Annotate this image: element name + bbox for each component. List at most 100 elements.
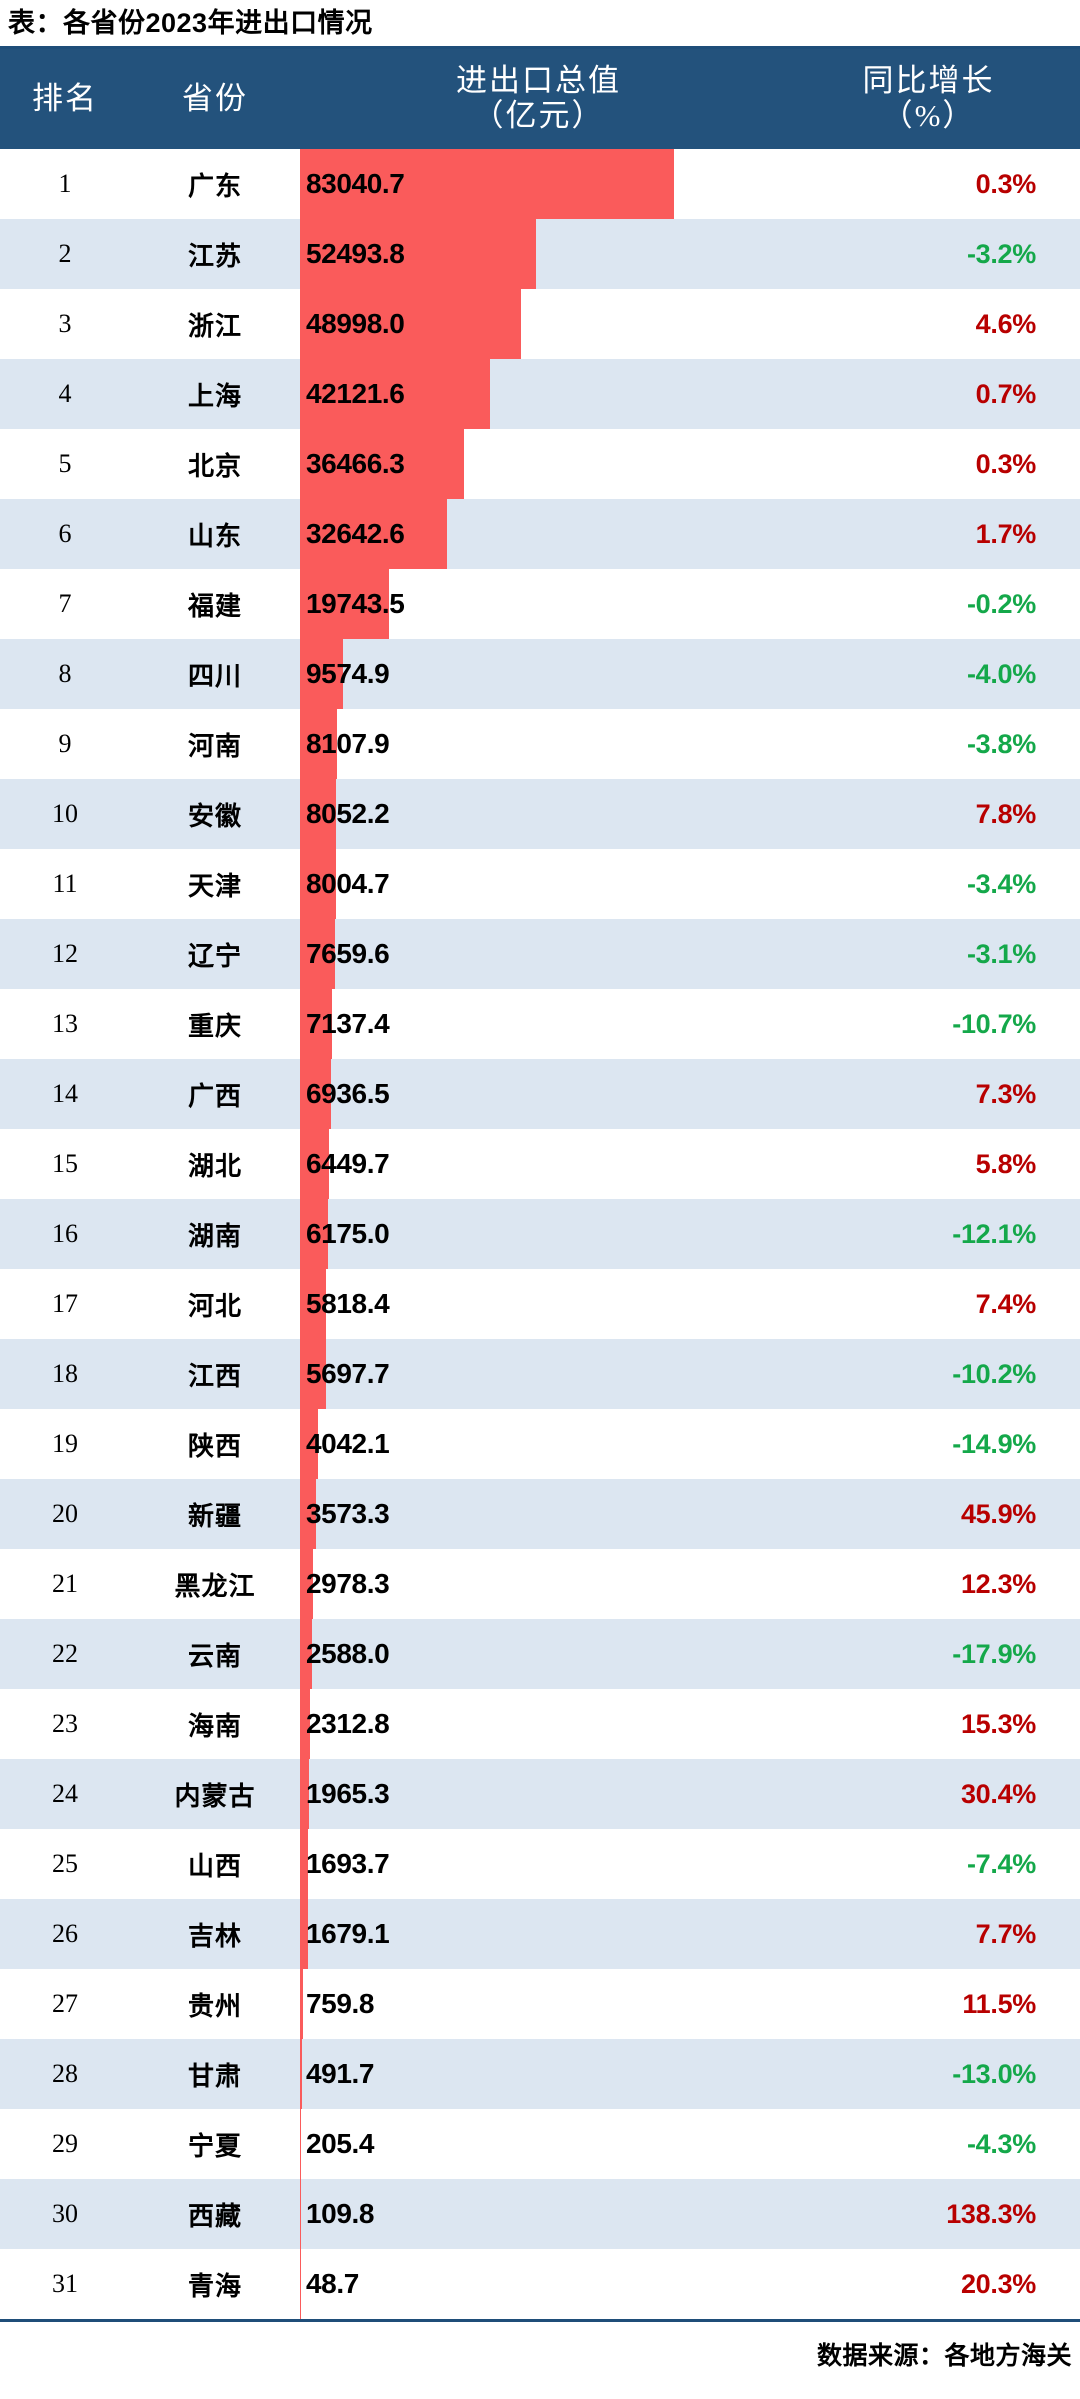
cell-rank: 8 [58, 659, 72, 688]
cell-rank: 11 [52, 869, 78, 898]
value-label: 4042.1 [306, 1428, 390, 1459]
table-row: 2 江苏 52493.8 -3.2% [0, 219, 1080, 289]
column-header-rank: 排名 [0, 80, 130, 117]
cell-yoy-growth: -3.8% [966, 728, 1036, 759]
table-row: 30 西藏 109.8 138.3% [0, 2179, 1080, 2249]
cell-rank: 10 [52, 799, 78, 828]
cell-province: 新疆 [187, 1500, 242, 1531]
table-row: 20 新疆 3573.3 45.9% [0, 1479, 1080, 1549]
table-row: 23 海南 2312.8 15.3% [0, 1689, 1080, 1759]
table-row: 21 黑龙江 2978.3 12.3% [0, 1549, 1080, 1619]
table-row: 24 内蒙古 1965.3 30.4% [0, 1759, 1080, 1829]
cell-total-value: 8107.9 [300, 709, 777, 779]
column-header-yoy-growth: 同比增长 （%） [777, 63, 1080, 133]
cell-yoy-growth: -7.4% [966, 1848, 1036, 1879]
cell-rank: 19 [52, 1429, 78, 1458]
cell-yoy-growth: 7.7% [975, 1918, 1037, 1949]
cell-total-value: 36466.3 [300, 429, 777, 499]
cell-total-value: 3573.3 [300, 1479, 777, 1549]
cell-rank: 24 [52, 1779, 78, 1808]
cell-rank: 21 [52, 1569, 78, 1598]
cell-total-value: 8004.7 [300, 849, 777, 919]
cell-total-value: 1693.7 [300, 1829, 777, 1899]
cell-yoy-growth: 4.6% [975, 308, 1037, 339]
value-label: 1965.3 [306, 1778, 390, 1809]
cell-province: 山东 [187, 520, 242, 551]
cell-yoy-growth: -4.0% [966, 658, 1036, 689]
table-row: 13 重庆 7137.4 -10.7% [0, 989, 1080, 1059]
table-row: 10 安徽 8052.2 7.8% [0, 779, 1080, 849]
cell-province: 贵州 [187, 1990, 242, 2021]
cell-rank: 30 [52, 2199, 78, 2228]
table-row: 28 甘肃 491.7 -13.0% [0, 2039, 1080, 2109]
cell-total-value: 6449.7 [300, 1129, 777, 1199]
value-label: 9574.9 [306, 658, 390, 689]
value-label: 109.8 [306, 2198, 375, 2229]
table-page: 表：各省份2023年进出口情况 排名 省份 进出口总值 （亿元） 同比增长 （%… [0, 0, 1080, 2399]
cell-province: 北京 [187, 450, 242, 481]
cell-total-value: 48.7 [300, 2249, 777, 2319]
value-label: 36466.3 [306, 448, 405, 479]
cell-province: 海南 [187, 1710, 242, 1741]
cell-province: 重庆 [187, 1010, 242, 1041]
cell-rank: 18 [52, 1359, 78, 1388]
table-row: 3 浙江 48998.0 4.6% [0, 289, 1080, 359]
cell-total-value: 1679.1 [300, 1899, 777, 1969]
table-row: 29 宁夏 205.4 -4.3% [0, 2109, 1080, 2179]
cell-yoy-growth: 7.4% [975, 1288, 1037, 1319]
cell-rank: 16 [52, 1219, 78, 1248]
table-row: 22 云南 2588.0 -17.9% [0, 1619, 1080, 1689]
value-label: 6175.0 [306, 1218, 390, 1249]
column-header-total-value: 进出口总值 （亿元） [300, 63, 777, 133]
cell-yoy-growth: 138.3% [946, 2198, 1036, 2229]
cell-province: 广东 [187, 170, 242, 201]
cell-total-value: 1965.3 [300, 1759, 777, 1829]
cell-province: 宁夏 [187, 2130, 242, 2161]
cell-total-value: 8052.2 [300, 779, 777, 849]
cell-rank: 3 [58, 309, 72, 338]
cell-province: 内蒙古 [174, 1780, 256, 1811]
cell-province: 河南 [187, 730, 242, 761]
value-label: 48.7 [306, 2268, 359, 2299]
value-label: 83040.7 [306, 168, 405, 199]
value-label: 8004.7 [306, 868, 390, 899]
cell-rank: 5 [58, 449, 72, 478]
cell-total-value: 6936.5 [300, 1059, 777, 1129]
cell-yoy-growth: -14.9% [952, 1428, 1036, 1459]
value-label: 42121.6 [306, 378, 405, 409]
cell-total-value: 83040.7 [300, 149, 777, 219]
column-header-yoy-growth-unit: （%） [881, 98, 976, 133]
cell-rank: 29 [52, 2129, 78, 2158]
cell-rank: 2 [58, 239, 72, 268]
value-label: 2588.0 [306, 1638, 390, 1669]
value-label: 8052.2 [306, 798, 390, 829]
cell-rank: 4 [58, 379, 72, 408]
cell-province: 江西 [187, 1360, 242, 1391]
cell-province: 湖北 [187, 1150, 242, 1181]
cell-rank: 17 [52, 1289, 78, 1318]
cell-yoy-growth: 1.7% [975, 518, 1037, 549]
cell-yoy-growth: -10.7% [952, 1008, 1036, 1039]
cell-rank: 27 [52, 1989, 78, 2018]
value-label: 5697.7 [306, 1358, 390, 1389]
table-body: 1 广东 83040.7 0.3% 2 江苏 52493.8 -3.2% 3 浙江 48998.0 4… [0, 149, 1080, 2319]
cell-yoy-growth: -10.2% [952, 1358, 1036, 1389]
cell-rank: 7 [58, 589, 72, 618]
cell-yoy-growth: 7.8% [975, 798, 1037, 829]
column-header-province-label: 省份 [182, 80, 248, 116]
cell-yoy-growth: 0.7% [975, 378, 1037, 409]
cell-rank: 25 [52, 1849, 78, 1878]
value-label: 759.8 [306, 1988, 375, 2019]
cell-total-value: 491.7 [300, 2039, 777, 2109]
cell-yoy-growth: 0.3% [975, 448, 1037, 479]
table-row: 16 湖南 6175.0 -12.1% [0, 1199, 1080, 1269]
cell-rank: 31 [52, 2269, 78, 2298]
table-row: 1 广东 83040.7 0.3% [0, 149, 1080, 219]
value-label: 3573.3 [306, 1498, 390, 1529]
cell-rank: 13 [52, 1009, 78, 1038]
value-label: 7659.6 [306, 938, 390, 969]
cell-yoy-growth: -12.1% [952, 1218, 1036, 1249]
column-header-rank-label: 排名 [32, 80, 98, 116]
value-label: 2312.8 [306, 1708, 390, 1739]
cell-total-value: 4042.1 [300, 1409, 777, 1479]
